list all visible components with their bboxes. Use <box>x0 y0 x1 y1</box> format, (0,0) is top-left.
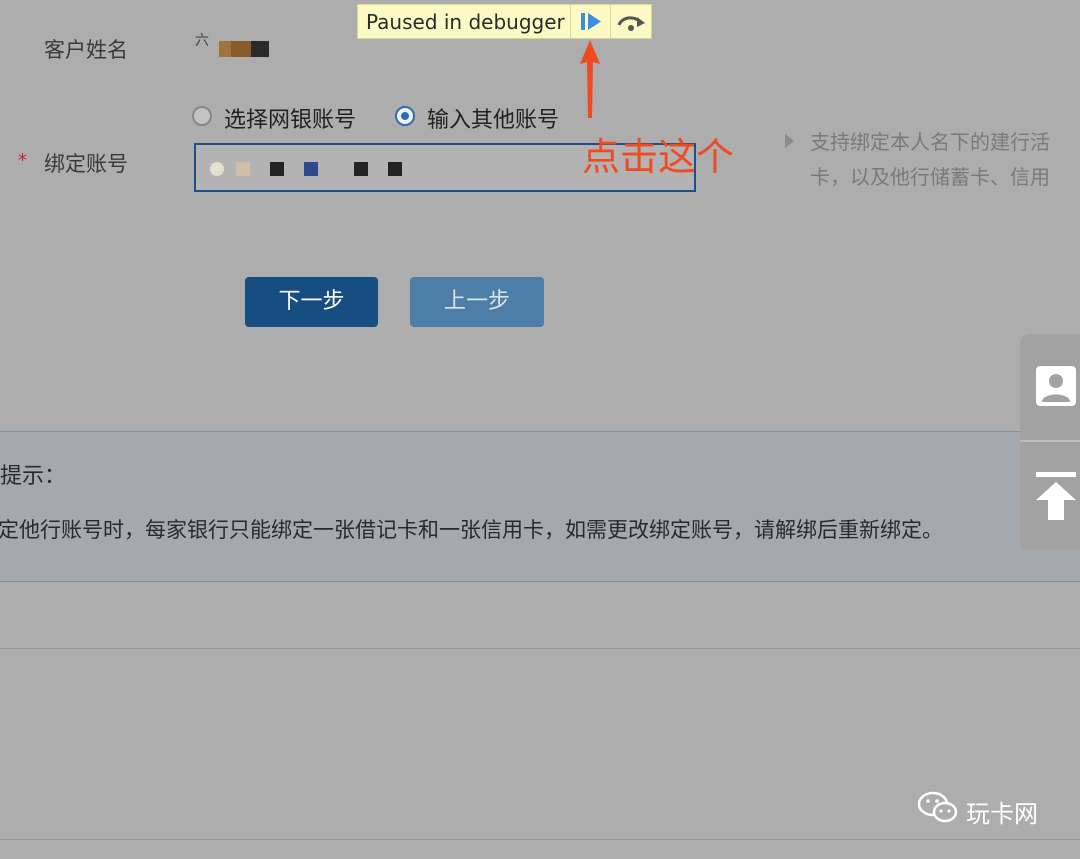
contact-card-icon[interactable] <box>1036 366 1076 406</box>
resume-icon <box>581 13 601 30</box>
redacted-block <box>251 41 269 57</box>
account-label: 绑定账号 <box>44 152 128 176</box>
radio-option-other-account[interactable]: 输入其他账号 <box>395 104 575 133</box>
debugger-paused-bar: Paused in debugger <box>357 4 652 39</box>
help-arrow-icon <box>785 134 794 148</box>
tip-body: 定他行账号时，每家银行只能绑定一张借记卡和一张信用卡，如需更改绑定账号，请解绑后… <box>0 518 943 542</box>
customer-name-prefix: 六 <box>195 33 209 49</box>
help-line: 支持绑定本人名下的建行活 <box>810 130 1050 154</box>
watermark-text: 玩卡网 <box>966 800 1038 828</box>
step-over-button[interactable] <box>610 5 651 38</box>
radio-button[interactable] <box>192 106 212 126</box>
resume-button[interactable] <box>570 5 611 38</box>
help-text: 支持绑定本人名下的建行活 卡，以及他行储蓄卡、信用 <box>810 125 1050 195</box>
masked-digit <box>210 162 224 176</box>
debugger-status-text: Paused in debugger <box>366 10 565 34</box>
radio-label: 选择网银账号 <box>224 108 357 133</box>
redacted-block <box>231 41 251 57</box>
tip-box: 提示： 定他行账号时，每家银行只能绑定一张借记卡和一张信用卡，如需更改绑定账号，… <box>0 431 1080 582</box>
divider <box>0 839 1080 840</box>
masked-digit <box>304 162 318 176</box>
masked-digit <box>388 162 402 176</box>
annotation-arrow-icon <box>580 40 600 118</box>
help-line: 卡，以及他行储蓄卡、信用 <box>810 165 1050 189</box>
previous-step-button[interactable]: 上一步 <box>410 277 544 327</box>
annotation-text: 点击这个 <box>582 135 735 179</box>
required-mark: * <box>18 150 27 171</box>
divider <box>0 648 1080 649</box>
redacted-block <box>219 41 231 57</box>
wechat-icon <box>917 790 958 826</box>
customer-name-label: 客户姓名 <box>44 38 128 62</box>
step-over-icon <box>617 16 645 31</box>
radio-button-selected[interactable] <box>395 106 415 126</box>
masked-digit <box>354 162 368 176</box>
masked-digit <box>236 162 250 176</box>
side-panel-divider <box>1020 440 1080 442</box>
customer-name-value: 六 <box>195 33 275 60</box>
back-to-top-icon[interactable] <box>1036 472 1076 520</box>
next-step-button[interactable]: 下一步 <box>245 277 378 327</box>
radio-option-online-banking[interactable]: 选择网银账号 <box>192 104 372 133</box>
radio-label: 输入其他账号 <box>427 108 560 133</box>
tip-title: 提示： <box>0 464 67 489</box>
masked-digit <box>270 162 284 176</box>
